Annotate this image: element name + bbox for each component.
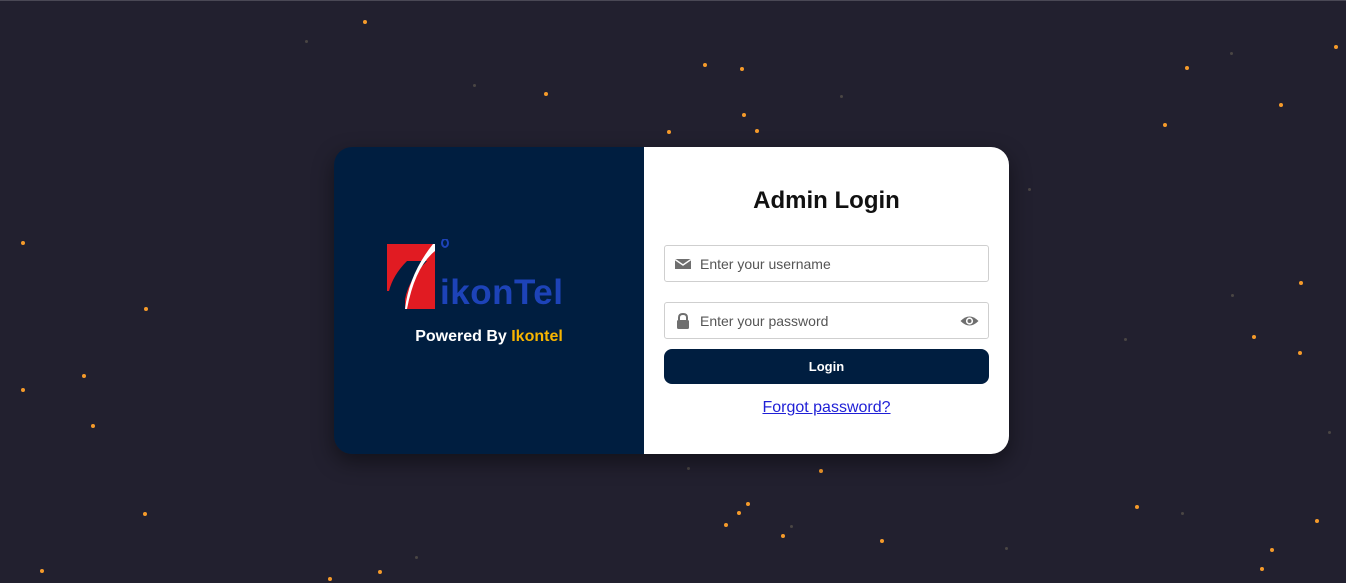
star-dot (790, 525, 793, 528)
star-dot (687, 467, 690, 470)
forgot-password-container: Forgot password? (644, 399, 1009, 417)
star-dot (378, 570, 382, 574)
lock-icon (677, 313, 689, 329)
star-dot (305, 40, 308, 43)
star-dot (755, 129, 759, 133)
star-dot (1028, 188, 1031, 191)
login-button[interactable]: Login (664, 349, 989, 384)
login-form-panel: Admin Login Login Forgot password? (644, 147, 1009, 454)
star-dot (667, 130, 671, 134)
star-dot (328, 577, 332, 581)
star-dot (1124, 338, 1127, 341)
star-dot (880, 539, 884, 543)
star-dot (742, 113, 746, 117)
star-dot (21, 388, 25, 392)
star-dot (415, 556, 418, 559)
star-dot (143, 512, 147, 516)
username-input[interactable] (700, 246, 950, 281)
star-dot (1005, 547, 1008, 550)
star-dot (473, 84, 476, 87)
star-dot (1260, 567, 1264, 571)
star-dot (1270, 548, 1274, 552)
star-dot (363, 20, 367, 24)
forgot-password-link[interactable]: Forgot password? (762, 399, 890, 416)
star-dot (1135, 505, 1139, 509)
username-field[interactable] (664, 245, 989, 282)
star-dot (1299, 281, 1303, 285)
star-dot (1315, 519, 1319, 523)
password-input[interactable] (700, 303, 950, 338)
star-dot (781, 534, 785, 538)
star-dot (819, 469, 823, 473)
star-dot (740, 67, 744, 71)
star-dot (91, 424, 95, 428)
star-dot (21, 241, 25, 245)
envelope-icon (675, 258, 691, 269)
star-dot (1334, 45, 1338, 49)
star-dot (1231, 294, 1234, 297)
powered-brand-name: Ikontel (511, 328, 563, 345)
password-field[interactable] (664, 302, 989, 339)
star-dot (1328, 431, 1331, 434)
page-title: Admin Login (753, 187, 900, 214)
brand-panel: ikonTel Powered By Ikontel (334, 147, 644, 454)
star-dot (82, 374, 86, 378)
star-dot (544, 92, 548, 96)
star-dot (746, 502, 750, 506)
login-card: ikonTel Powered By Ikontel Admin Login E… (334, 147, 1009, 454)
star-dot (1185, 66, 1189, 70)
star-dot (737, 511, 741, 515)
powered-prefix: Powered By (415, 328, 507, 345)
eye-icon[interactable] (960, 313, 979, 329)
star-dot (144, 307, 148, 311)
powered-by-text: Powered By Ikontel (334, 328, 644, 346)
star-dot (1230, 52, 1233, 55)
star-dot (1298, 351, 1302, 355)
logo-wordmark: ikonTel (440, 273, 564, 312)
star-dot (1279, 103, 1283, 107)
star-dot (840, 95, 843, 98)
star-dot (1181, 512, 1184, 515)
star-dot (1163, 123, 1167, 127)
star-dot (724, 523, 728, 527)
star-dot (40, 569, 44, 573)
star-dot (1252, 335, 1256, 339)
star-dot (703, 63, 707, 67)
